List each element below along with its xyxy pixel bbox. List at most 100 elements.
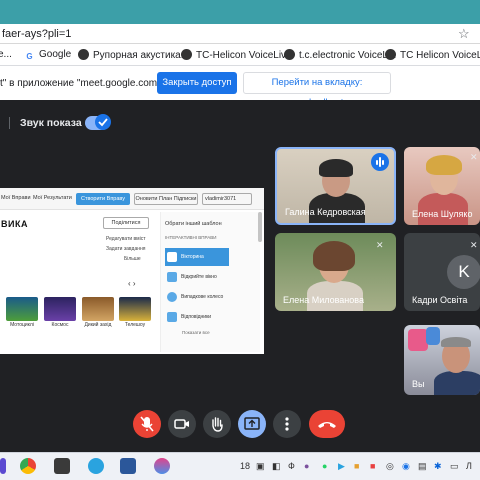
template-panel-subtitle: ІНТЕРАКТИВНІ ВПРАВИ [165, 235, 217, 240]
bookmark-star-icon[interactable]: ☆ [458, 26, 470, 42]
camera-icon [174, 419, 189, 429]
theme-arrows[interactable]: ‹ › [128, 279, 136, 288]
template-wheel[interactable]: Випадкове колесо [165, 288, 229, 306]
user-menu[interactable]: vladimir3071 [202, 193, 252, 205]
hp-icon[interactable]: ◉ [402, 461, 410, 472]
more-link[interactable]: Більше [124, 256, 141, 262]
show-all-link[interactable]: Показати все [182, 330, 210, 335]
tray-icon[interactable]: ◎ [386, 461, 394, 472]
create-activity-button[interactable]: Створити Вправу [76, 193, 130, 205]
box-icon [167, 272, 177, 282]
check-icon [98, 118, 108, 127]
more-options-button[interactable] [273, 410, 301, 438]
app-icon[interactable] [54, 458, 70, 474]
participant-name: Галина Кедровская [285, 207, 366, 217]
participant-name: Елена Шуляко [412, 209, 473, 219]
background-poster [426, 327, 440, 345]
camera-toggle-button[interactable] [168, 410, 196, 438]
bookmark-item[interactable]: TC-Helicon VoiceLiv... [181, 49, 294, 61]
tray-text[interactable]: Ф [288, 461, 295, 471]
bluetooth-icon[interactable]: ✱ [434, 461, 442, 472]
wordwall-nav: Мої Вправи Мої Результати Створити Вправ… [0, 188, 264, 210]
audio-bar [379, 157, 381, 167]
audio-bar [376, 160, 378, 165]
mic-toggle-button[interactable] [133, 410, 161, 438]
raise-hand-button[interactable] [203, 410, 231, 438]
template-open-box[interactable]: Відкрийте вікно [165, 268, 229, 286]
mic-off-icon [140, 416, 154, 432]
viber-icon[interactable]: ● [304, 461, 309, 471]
address-bar[interactable]: faer-ays?pli=1 ☆ [0, 24, 480, 44]
go-to-tab-button[interactable]: Перейти на вкладку: wordwall.net [243, 72, 391, 108]
notification-text: t" в приложение "meet.google.com"... [0, 78, 169, 89]
bookmark-item[interactable]: t.c.electronic VoiceL... [284, 49, 396, 61]
activity-title: ВИКА [1, 219, 28, 229]
tray-icon[interactable]: ■ [354, 461, 359, 471]
app-icon[interactable] [154, 458, 170, 474]
bookmark-google[interactable]: G Google [24, 49, 71, 62]
telegram-tray-icon[interactable]: ▶ [338, 461, 345, 472]
participant-video [434, 371, 480, 395]
whatsapp-icon[interactable]: ● [322, 461, 327, 471]
app-icon[interactable] [0, 458, 6, 474]
theme-tile[interactable] [44, 297, 76, 321]
share-audio-label: Звук показа [20, 117, 82, 129]
theme-label: Мотоциклі [10, 322, 34, 328]
share-button[interactable]: Поділитися [103, 217, 149, 229]
end-call-button[interactable] [309, 410, 345, 438]
theme-label: Дикий захід [84, 322, 112, 328]
theme-label: Телешоу [124, 322, 146, 328]
scrollbar[interactable] [258, 212, 262, 242]
template-quiz[interactable]: Вікторина [165, 248, 229, 266]
bookmark-item[interactable]: TC Helicon VoiceLiv... [385, 49, 480, 61]
stop-sharing-button[interactable]: Закрыть доступ [157, 72, 237, 94]
theme-label: Космос [51, 322, 69, 328]
speaking-indicator-icon [371, 153, 389, 171]
nav-my-activities[interactable]: Мої Вправи [1, 195, 31, 201]
tray-icon[interactable]: ▣ [256, 461, 265, 472]
theme-tile[interactable] [6, 297, 38, 321]
edit-content-link[interactable]: Редагувати вміст [106, 236, 146, 242]
self-tile[interactable]: Вы [404, 325, 480, 395]
presentation-view: Мої Вправи Мої Результати Створити Вправ… [0, 188, 264, 354]
theme-tile[interactable] [82, 297, 114, 321]
chrome-icon[interactable] [20, 458, 36, 474]
template-match[interactable]: Відповідники [165, 308, 229, 326]
telegram-icon[interactable] [88, 458, 104, 474]
present-button[interactable] [238, 410, 266, 438]
divider [9, 117, 10, 129]
match-icon [167, 312, 177, 322]
quiz-icon [167, 252, 177, 262]
globe-icon [78, 49, 89, 60]
assign-link[interactable]: Задати завдання [106, 246, 145, 252]
theme-tile[interactable] [119, 297, 151, 321]
upgrade-plan-button[interactable]: Оновити План Підписки [134, 193, 198, 205]
bookmark-item[interactable]: е... [0, 49, 12, 60]
nav-my-results[interactable]: Мої Результати [33, 195, 72, 201]
template-panel-title: Обрати інший шаблон [165, 221, 222, 227]
toggle-knob[interactable] [95, 114, 111, 130]
user-name: vladimir3071 [205, 196, 237, 202]
browser-titlebar [0, 0, 480, 24]
bookmarks-bar: е... G Google Рупорная акустика... TC-Hel… [0, 44, 480, 66]
participant-name: Елена Миловановa [283, 295, 365, 305]
bookmark-item[interactable]: Рупорная акустика... [78, 49, 189, 61]
tray-icon[interactable]: ◧ [272, 461, 281, 472]
tray-text[interactable]: Л [466, 461, 472, 471]
word-icon[interactable] [120, 458, 136, 474]
participant-tile[interactable]: Елена Шуляко [404, 147, 480, 225]
mic-off-icon: ✕ [376, 240, 384, 250]
tray-temperature: 18 [240, 461, 251, 471]
tray-icon[interactable]: ▭ [450, 461, 459, 472]
wheel-icon [167, 292, 177, 302]
participant-video [313, 241, 355, 271]
globe-icon [181, 49, 192, 60]
google-icon: G [24, 51, 35, 62]
tray-icon[interactable]: ■ [370, 461, 375, 471]
participant-video [426, 155, 462, 175]
tray-icon[interactable]: ▤ [418, 461, 427, 472]
participant-name: Вы [412, 379, 425, 389]
hang-up-icon [318, 422, 336, 428]
globe-icon [385, 49, 396, 60]
url-text: faer-ays?pli=1 [2, 28, 72, 40]
